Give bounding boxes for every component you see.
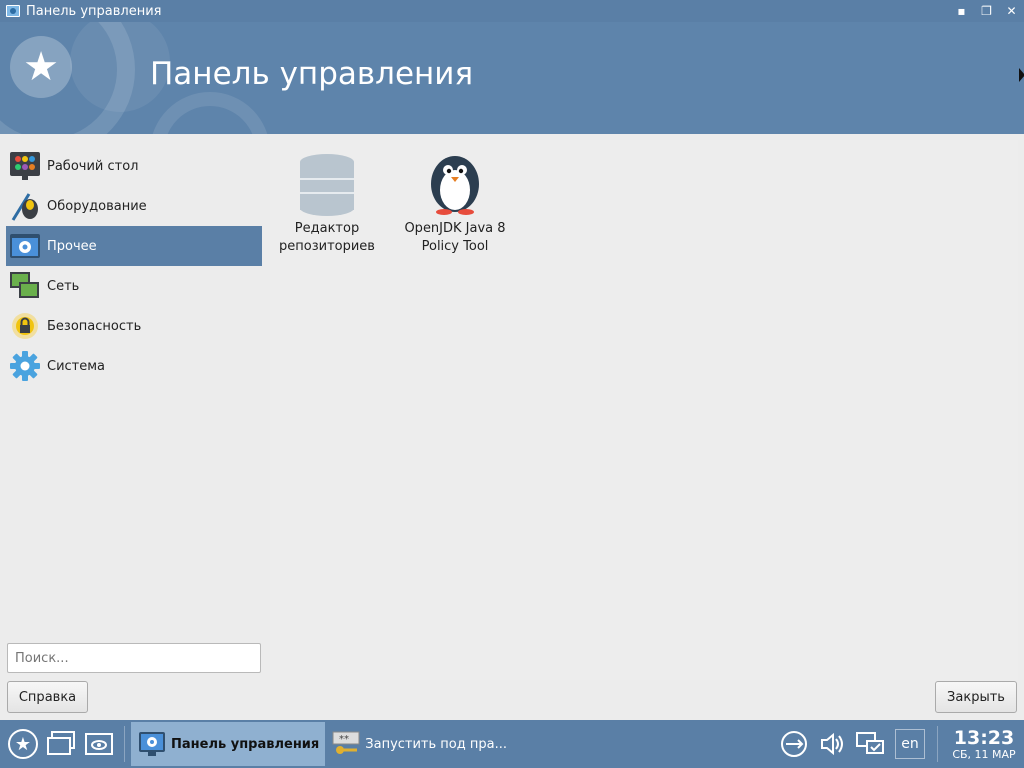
sidebar-item-system[interactable]: Система: [6, 346, 262, 386]
taskbar-separator: [124, 726, 125, 762]
minimize-button[interactable]: ▪: [949, 0, 974, 22]
page-title: Панель управления: [150, 56, 474, 92]
desktop-palette-icon: [8, 149, 42, 183]
taskbar-separator: [937, 726, 938, 762]
star-logo-icon: ★: [10, 36, 72, 98]
applets-panel: Редактор репозиториев OpenJDK Java 8 Pol…: [270, 140, 1018, 680]
task-label: Панель управления: [171, 736, 320, 752]
help-button[interactable]: Справка: [7, 681, 88, 713]
item-label: Редактор репозиториев: [279, 221, 375, 254]
repository-editor-item[interactable]: Редактор репозиториев: [267, 146, 387, 256]
sidebar-item-label: Безопасность: [47, 318, 142, 334]
window-switcher-icon[interactable]: [42, 725, 80, 763]
close-button[interactable]: Закрыть: [935, 681, 1017, 713]
volume-icon[interactable]: [813, 725, 851, 763]
sidebar-item-hardware[interactable]: Оборудование: [6, 186, 262, 226]
usb-icon[interactable]: [775, 725, 813, 763]
task-control-panel[interactable]: Панель управления: [131, 722, 326, 766]
sidebar-item-label: Сеть: [47, 278, 80, 294]
task-run-as-admin[interactable]: ** Запустить под пра...: [325, 722, 513, 766]
taskbar: ★ Панель управления ** Запустить под пра…: [0, 720, 1024, 768]
system-tray: en 13:23 СБ, 11 МАР: [775, 725, 1024, 763]
task-label: Запустить под пра...: [365, 736, 507, 752]
sidebar-item-label: Рабочий стол: [47, 158, 139, 174]
control-panel-icon: [6, 5, 20, 17]
keys-password-icon: **: [331, 729, 361, 759]
database-icon: [300, 154, 354, 216]
sidebar-item-network[interactable]: Сеть: [6, 266, 262, 306]
header-banner: ★ Панель управления: [0, 22, 1024, 134]
close-window-button[interactable]: ✕: [999, 0, 1024, 22]
network-monitors-icon: [8, 269, 42, 303]
mouse-cursor-icon: [1019, 68, 1024, 82]
maximize-button[interactable]: ❐: [974, 0, 999, 22]
window-titlebar: Панель управления ▪ ❐ ✕: [0, 0, 1024, 22]
sidebar-item-label: Система: [47, 358, 106, 374]
sidebar-item-label: Оборудование: [47, 198, 147, 214]
control-panel-icon: [137, 729, 167, 759]
penguin-icon: [422, 146, 488, 216]
category-sidebar: Рабочий стол Оборудование Прочее Сеть Бе…: [6, 146, 262, 386]
openjdk-policy-tool-item[interactable]: OpenJDK Java 8 Policy Tool: [395, 146, 515, 256]
item-label: OpenJDK Java 8 Policy Tool: [404, 221, 506, 254]
svg-text:**: **: [339, 734, 349, 745]
clock-time: 13:23: [953, 726, 1015, 749]
security-lock-icon: [8, 309, 42, 343]
clock-date: СБ, 11 МАР: [952, 747, 1016, 761]
sidebar-item-security[interactable]: Безопасность: [6, 306, 262, 346]
clock[interactable]: 13:23 СБ, 11 МАР: [944, 728, 1024, 761]
sidebar-item-label: Прочее: [47, 238, 97, 254]
hardware-mouse-icon: [8, 189, 42, 223]
other-gear-icon: [8, 229, 42, 263]
search-input[interactable]: [7, 643, 261, 673]
window-title: Панель управления: [26, 3, 162, 19]
system-gear-icon: [8, 349, 42, 383]
sidebar-item-desktop[interactable]: Рабочий стол: [6, 146, 262, 186]
network-status-icon[interactable]: [851, 725, 889, 763]
gear-decoration: [150, 92, 270, 134]
start-menu-star-icon[interactable]: ★: [4, 725, 42, 763]
svg-text:★: ★: [15, 734, 31, 755]
sidebar-item-other[interactable]: Прочее: [6, 226, 262, 266]
keyboard-layout-indicator[interactable]: en: [895, 729, 925, 759]
show-desktop-icon[interactable]: [80, 725, 118, 763]
